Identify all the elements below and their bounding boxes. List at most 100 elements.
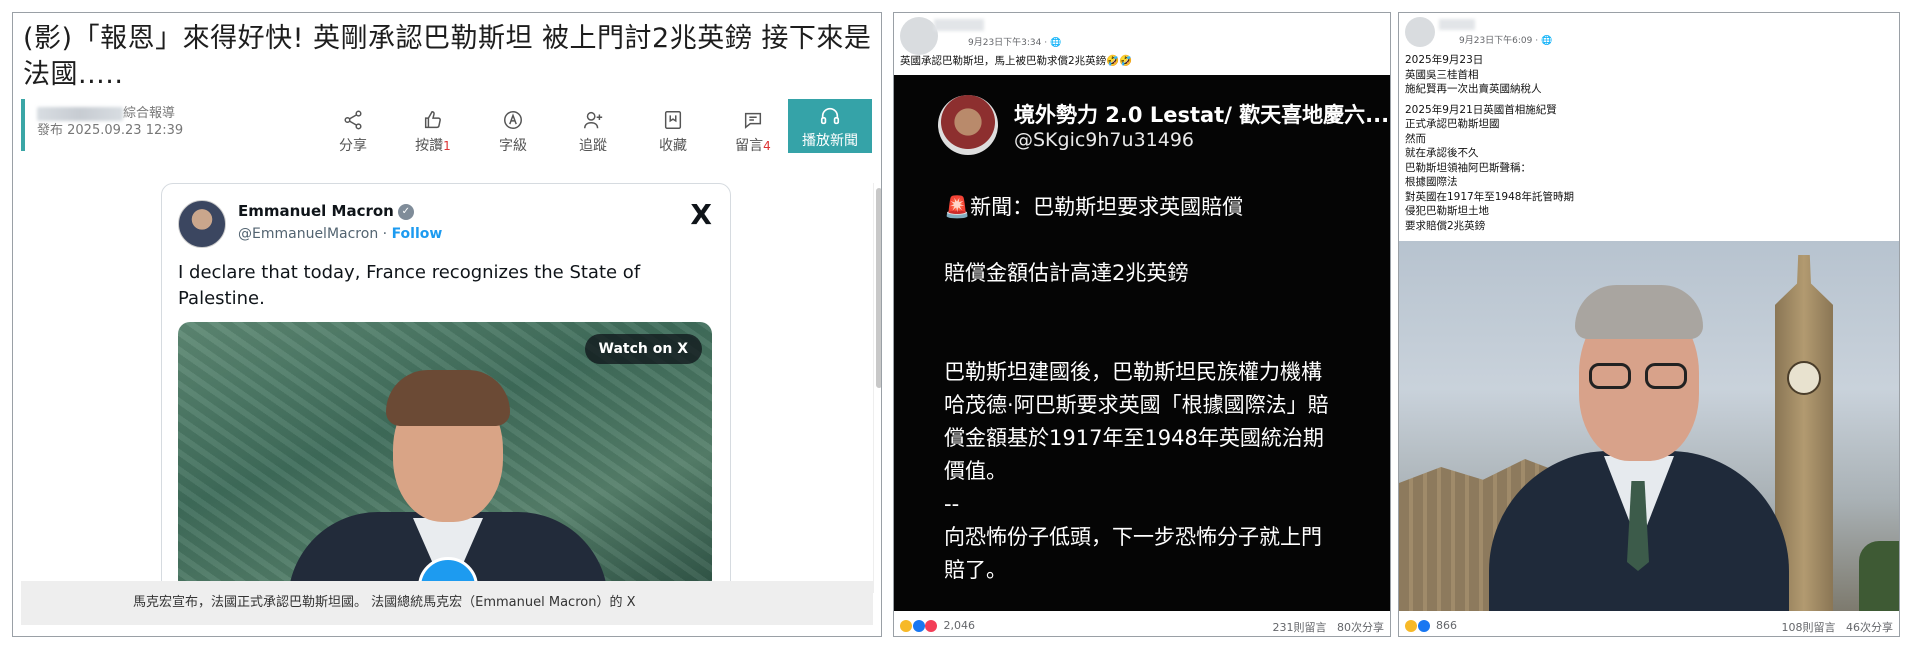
post-text-line: 然而 bbox=[1405, 132, 1426, 145]
post-text-line: 2025年9月23日 bbox=[1405, 54, 1484, 66]
article-headline: (影)「報恩」來得好快! 英剛承認巴勒斯坦 被上門討2兆英鎊 接下來是法國...… bbox=[23, 23, 872, 90]
post-text-line: 2025年9月21日英國首相施紀賢 bbox=[1405, 103, 1557, 116]
man-glasses bbox=[1589, 363, 1689, 389]
post-text-line: 正式承認巴勒斯坦國 bbox=[1405, 118, 1500, 130]
like-button[interactable]: 按讚1 bbox=[393, 109, 473, 155]
love-reaction-icon bbox=[925, 620, 937, 632]
post-photo[interactable] bbox=[1399, 241, 1899, 611]
share-count-link[interactable]: 46次分享 bbox=[1846, 621, 1893, 634]
reaction-count: 2,046 bbox=[943, 619, 976, 632]
reactions-summary[interactable]: 866 bbox=[1405, 619, 1457, 632]
comment-count-link[interactable]: 231則留言 bbox=[1273, 621, 1327, 634]
man-hair bbox=[1575, 285, 1703, 339]
quoted-post-line: 巴勒斯坦建國後，巴勒斯坦民族權力機構 bbox=[944, 360, 1322, 384]
follow-user-icon bbox=[584, 111, 603, 129]
clock-face bbox=[1787, 361, 1821, 395]
engagement-stats: 231則留言 80次分享 bbox=[1273, 619, 1385, 635]
share-button[interactable]: 分享 bbox=[313, 109, 393, 155]
quoted-post-line: 向恐怖份子低頭，下一步恐怖分子就上門 bbox=[944, 525, 1322, 549]
post-text: 英國承認巴勒斯坦，馬上被巴勒求償2兆英鎊🤣🤣 bbox=[900, 55, 1133, 67]
x-logo-icon[interactable]: X bbox=[690, 198, 712, 231]
blurred-poster-name[interactable] bbox=[1439, 19, 1475, 30]
post-text-line: 要求賠償2兆英鎊 bbox=[1405, 219, 1486, 232]
source-label: 綜合報導 bbox=[123, 106, 176, 121]
blurred-source-name bbox=[37, 106, 123, 121]
poster-avatar[interactable] bbox=[1405, 17, 1435, 47]
quoted-post-line bbox=[944, 290, 1374, 323]
quoted-account-handle: @SKgic9h7u31496 bbox=[1014, 129, 1195, 151]
globe-icon: 🌐 bbox=[1540, 36, 1553, 46]
quoted-post-line: 價值。 bbox=[944, 459, 1007, 483]
bookmark-button[interactable]: 收藏 bbox=[633, 109, 713, 155]
share-icon bbox=[344, 110, 362, 130]
quoted-account-name: 境外勢力 2.0 Lestat/ 歡天喜地慶六... bbox=[1014, 103, 1390, 127]
quoted-post-line: 賠了。 bbox=[944, 558, 1007, 582]
post-header: 9月23日下午3:34 · 🌐 英國承認巴勒斯坦，馬上被巴勒求償2兆英鎊🤣🤣 bbox=[894, 13, 1390, 75]
facebook-post-1: 9月23日下午3:34 · 🌐 英國承認巴勒斯坦，馬上被巴勒求償2兆英鎊🤣🤣 境… bbox=[893, 12, 1391, 637]
post-text-line: 對英國在1917年至1948年託管時期 bbox=[1405, 190, 1574, 203]
reactions-summary[interactable]: 2,046 bbox=[900, 619, 975, 632]
reaction-count: 866 bbox=[1436, 619, 1457, 632]
quoted-account-avatar bbox=[938, 95, 998, 155]
haha-reaction-icon bbox=[1405, 620, 1417, 632]
speaker-hair bbox=[386, 370, 510, 426]
facebook-post-2: 9月23日下午6:09 · 🌐 2025年9月23日 英國吳三桂首相施紀賢再一次出… bbox=[1398, 12, 1900, 637]
tweet-handle: @EmmanuelMacron · Follow bbox=[238, 226, 443, 242]
post-text-line: 根據國際法 bbox=[1405, 176, 1458, 188]
quoted-post-line: 哈茂德·阿巴斯要求英國「根據國際法」賠 bbox=[944, 393, 1329, 417]
blurred-poster-name[interactable] bbox=[934, 19, 984, 31]
post-text-line: 英國吳三桂首相 bbox=[1405, 68, 1479, 81]
follow-button[interactable]: 追蹤 bbox=[553, 109, 633, 155]
post-text-line: 巴勒斯坦領袖阿巴斯聲稱： bbox=[1405, 161, 1531, 174]
article-action-bar: 分享 按讚1 字級 追蹤 收藏 留言4 bbox=[313, 109, 853, 163]
post-text-line: 施紀賢再一次出賣英國納稅人 bbox=[1405, 83, 1542, 95]
poster-avatar[interactable] bbox=[900, 17, 938, 55]
headphones-icon bbox=[820, 107, 840, 125]
post-footer: 866 108則留言 46次分享 bbox=[1399, 611, 1899, 636]
post-timestamp[interactable]: 9月23日下午6:09 · 🌐 bbox=[1459, 33, 1552, 46]
post-footer: 2,046 231則留言 80次分享 bbox=[894, 611, 1390, 636]
post-text-line: 就在承認後不久 bbox=[1405, 147, 1479, 159]
post-timestamp[interactable]: 9月23日下午3:34 · 🌐 bbox=[968, 35, 1061, 48]
font-size-button[interactable]: 字級 bbox=[473, 109, 553, 155]
tweet-text: I declare that today, France recognizes … bbox=[178, 262, 641, 309]
quoted-post-body: 🚨新聞：巴勒斯坦要求英國賠償 賠償金額估計高達2兆英鎊巴勒斯坦建國後，巴勒斯坦民族… bbox=[944, 191, 1374, 636]
watch-on-x-button[interactable]: Watch on X bbox=[584, 334, 702, 364]
scrollbar-thumb[interactable] bbox=[876, 188, 881, 388]
font-size-icon bbox=[504, 111, 522, 129]
like-count: 1 bbox=[443, 139, 451, 153]
image-caption: 馬克宏宣布，法國正式承認巴勒斯坦國。 法國總統馬克宏（Emmanuel Macr… bbox=[21, 581, 873, 625]
comment-icon bbox=[744, 112, 762, 129]
news-article-panel: (影)「報恩」來得好快! 英剛承認巴勒斯坦 被上門討2兆英鎊 接下來是法國...… bbox=[12, 12, 882, 637]
tweet-avatar[interactable] bbox=[178, 200, 226, 248]
tweet-video[interactable]: Watch on X bbox=[178, 322, 712, 592]
engagement-stats: 108則留言 46次分享 bbox=[1782, 619, 1894, 635]
quoted-post-line: 賠償金額估計高達2兆英鎊 bbox=[944, 261, 1189, 285]
comment-count: 4 bbox=[763, 139, 771, 153]
quoted-post-line: 償金額基於1917年至1948年英國統治期 bbox=[944, 426, 1324, 450]
post-text: 2025年9月23日 英國吳三桂首相施紀賢再一次出賣英國納稅人 2025年9月21日… bbox=[1405, 53, 1574, 233]
thumbs-up-icon bbox=[424, 111, 441, 129]
like-reaction-icon bbox=[912, 620, 925, 632]
verified-badge-icon: ✓ bbox=[397, 203, 414, 220]
publish-time: 發布 2025.09.23 12:39 bbox=[37, 123, 184, 138]
meta-accent-bar bbox=[21, 99, 25, 151]
post-image[interactable]: 境外勢力 2.0 Lestat/ 歡天喜地慶六... @SKgic9h7u314… bbox=[894, 75, 1390, 636]
globe-icon: 🌐 bbox=[1049, 38, 1062, 48]
comment-button[interactable]: 留言4 bbox=[713, 109, 793, 155]
tweet-follow-link[interactable]: Follow bbox=[392, 226, 443, 242]
bookmark-icon bbox=[664, 111, 682, 129]
article-meta: 綜合報導 發布 2025.09.23 12:39 bbox=[37, 105, 183, 139]
share-count-link[interactable]: 80次分享 bbox=[1337, 621, 1384, 634]
haha-reaction-icon bbox=[900, 620, 912, 632]
post-text-line: 侵犯巴勒斯坦土地 bbox=[1405, 205, 1489, 217]
quoted-post-line: -- bbox=[944, 492, 960, 516]
tweet-author-name[interactable]: Emmanuel Macron ✓ bbox=[238, 202, 414, 220]
embedded-tweet[interactable]: Emmanuel Macron ✓ @EmmanuelMacron · Follo… bbox=[161, 183, 731, 603]
play-news-button[interactable]: 播放新聞 bbox=[788, 99, 872, 153]
like-reaction-icon bbox=[1417, 620, 1430, 632]
comment-count-link[interactable]: 108則留言 bbox=[1782, 621, 1836, 634]
quoted-post-line: 🚨新聞：巴勒斯坦要求英國賠償 bbox=[944, 195, 1244, 219]
quoted-post-line bbox=[944, 224, 1374, 257]
quoted-post-line bbox=[944, 323, 1374, 356]
